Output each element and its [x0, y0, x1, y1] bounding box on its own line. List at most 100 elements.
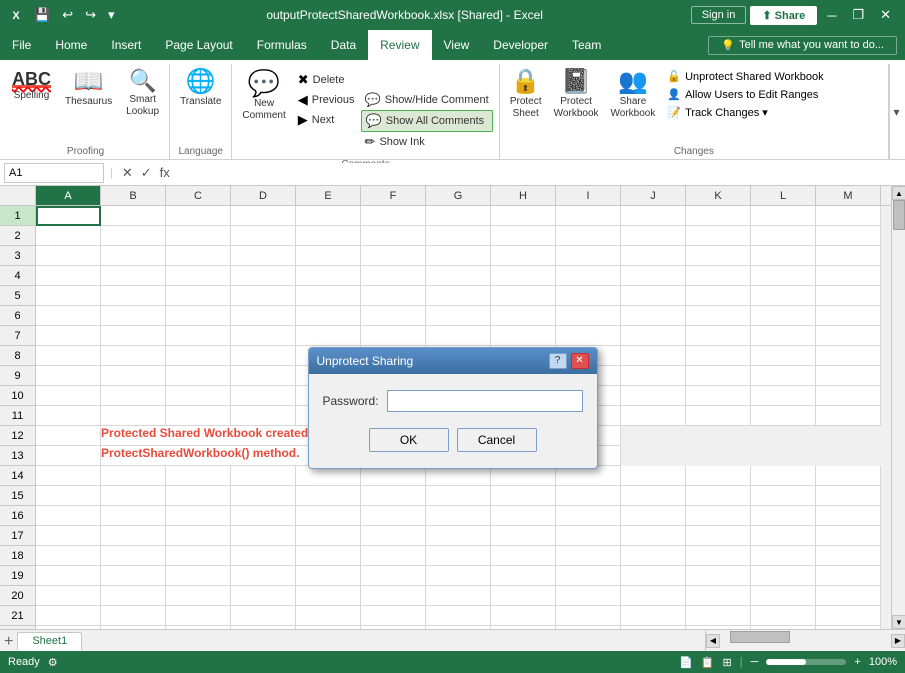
spreadsheet-area: A B C D E F G H I J K L M 1 2 3 4 5 6 7 …	[0, 186, 905, 629]
thesaurus-icon: 📖	[74, 70, 104, 94]
next-icon: ▶	[298, 112, 308, 128]
menu-review[interactable]: Review	[368, 30, 431, 60]
redo-qat-button[interactable]: ↪	[81, 5, 100, 25]
protect-sheet-label: ProtectSheet	[510, 96, 542, 120]
dialog-overlay: Unprotect Sharing ? ✕ Password: OK Cance…	[0, 186, 905, 629]
formula-buttons: ✕ ✓ fx	[119, 165, 173, 181]
menu-view[interactable]: View	[432, 30, 482, 60]
dialog-close-button[interactable]: ✕	[571, 353, 589, 369]
next-comment-button[interactable]: ▶ Next	[294, 110, 359, 130]
sheet-tab-sheet1[interactable]: Sheet1	[17, 632, 82, 651]
zoom-in-button[interactable]: +	[854, 656, 860, 668]
show-all-label: Show All Comments	[386, 115, 484, 127]
ribbon: ABC Spelling 📖 Thesaurus 🔍 Smart Lookup …	[0, 60, 905, 160]
menu-developer[interactable]: Developer	[481, 30, 560, 60]
insert-function-button[interactable]: fx	[157, 165, 173, 181]
dialog-cancel-button[interactable]: Cancel	[457, 428, 537, 452]
menu-team[interactable]: Team	[560, 30, 613, 60]
track-changes-button[interactable]: 📝 Track Changes ▾	[663, 104, 827, 121]
allow-users-label: Allow Users to Edit Ranges	[685, 89, 818, 101]
new-comment-icon: 💬	[248, 70, 280, 96]
undo-qat-button[interactable]: ↩	[58, 5, 77, 25]
show-ink-button[interactable]: ✏ Show Ink	[361, 132, 493, 152]
ribbon-scroll-button[interactable]: ▾	[889, 64, 903, 159]
protect-sheet-button[interactable]: 🔒 ProtectSheet	[506, 68, 546, 122]
spelling-button[interactable]: ABC Spelling	[8, 68, 55, 104]
ready-label: Ready	[8, 656, 40, 668]
share-workbook-icon: 👥	[618, 70, 648, 94]
signin-button[interactable]: Sign in	[691, 6, 747, 24]
menu-formulas[interactable]: Formulas	[245, 30, 319, 60]
title-bar-right: Sign in ⬆ Share ─ ❐ ✕	[691, 5, 897, 25]
zoom-separator: |	[740, 656, 743, 668]
translate-label: Translate	[180, 96, 221, 108]
page-layout-icon[interactable]: 📋	[701, 656, 715, 669]
menu-insert[interactable]: Insert	[99, 30, 153, 60]
customize-qat-button[interactable]: ▾	[104, 5, 119, 25]
name-box[interactable]	[4, 163, 104, 183]
dialog-action-buttons: OK Cancel	[323, 428, 583, 452]
menu-file[interactable]: File	[0, 30, 43, 60]
language-label: Language	[176, 143, 225, 159]
spelling-label: Spelling	[14, 90, 50, 102]
delete-icon: ✖	[298, 72, 309, 88]
horizontal-scrollbar[interactable]: ◀ ▶	[705, 630, 905, 651]
previous-comment-button[interactable]: ◀ Previous	[294, 90, 359, 110]
share-workbook-button[interactable]: 👥 ShareWorkbook	[607, 68, 660, 122]
zoom-level: 100%	[869, 656, 897, 668]
zoom-slider[interactable]	[766, 659, 846, 665]
quick-access-toolbar: 💾 ↩ ↪ ▾	[30, 5, 119, 25]
dialog-title-bar: Unprotect Sharing ? ✕	[309, 348, 597, 374]
cancel-formula-button[interactable]: ✕	[119, 165, 136, 181]
previous-icon: ◀	[298, 92, 308, 108]
hscroll-right-button[interactable]: ▶	[891, 634, 905, 648]
dialog-password-row: Password:	[323, 390, 583, 412]
save-qat-button[interactable]: 💾	[30, 5, 54, 25]
dialog-ok-button[interactable]: OK	[369, 428, 449, 452]
hscroll-track[interactable]	[720, 630, 891, 651]
changes-right-buttons: 🔓 Unprotect Shared Workbook 👤 Allow User…	[663, 68, 827, 121]
status-left: Ready ⚙	[8, 656, 58, 669]
translate-button[interactable]: 🌐 Translate	[176, 68, 225, 110]
delete-comment-button[interactable]: ✖ Delete	[294, 70, 493, 90]
close-button[interactable]: ✕	[874, 5, 897, 25]
smart-lookup-icon: 🔍	[129, 70, 156, 92]
add-sheet-button[interactable]: +	[0, 633, 17, 651]
confirm-formula-button[interactable]: ✓	[138, 165, 155, 181]
protect-workbook-label: ProtectWorkbook	[554, 96, 599, 120]
share-workbook-label: ShareWorkbook	[611, 96, 656, 120]
menu-home[interactable]: Home	[43, 30, 99, 60]
dialog-help-button[interactable]: ?	[549, 353, 567, 369]
password-input[interactable]	[387, 390, 583, 412]
show-hide-comment-button[interactable]: 💬 Show/Hide Comment	[361, 90, 493, 110]
minimize-button[interactable]: ─	[821, 6, 842, 25]
title-bar-left: X 💾 ↩ ↪ ▾	[8, 5, 119, 25]
normal-view-icon[interactable]: 📄	[679, 656, 693, 669]
language-content: 🌐 Translate	[176, 64, 225, 143]
sheet-tabs-area: + Sheet1	[0, 630, 705, 651]
excel-icon: X	[8, 7, 24, 23]
new-comment-button[interactable]: 💬 NewComment	[238, 68, 289, 124]
share-button[interactable]: ⬆ Share	[750, 6, 817, 25]
formula-bar: | ✕ ✓ fx	[0, 160, 905, 186]
comments-content: 💬 NewComment ✖ Delete ◀ Previous	[238, 64, 492, 156]
show-all-comments-button[interactable]: 💬 Show All Comments	[361, 110, 493, 132]
zoom-out-button[interactable]: ─	[751, 656, 759, 668]
menu-data[interactable]: Data	[319, 30, 368, 60]
protect-sheet-icon: 🔒	[511, 70, 541, 94]
thesaurus-button[interactable]: 📖 Thesaurus	[61, 68, 116, 110]
smart-lookup-button[interactable]: 🔍 Smart Lookup	[122, 68, 163, 120]
formula-input[interactable]	[177, 163, 901, 183]
restore-button[interactable]: ❐	[846, 5, 870, 25]
hscroll-left-button[interactable]: ◀	[706, 634, 720, 648]
show-hide-label: Show/Hide Comment	[385, 94, 489, 106]
menu-page-layout[interactable]: Page Layout	[153, 30, 244, 60]
hscroll-thumb[interactable]	[730, 631, 790, 643]
unprotect-shared-button[interactable]: 🔓 Unprotect Shared Workbook	[663, 68, 827, 85]
protect-workbook-button[interactable]: 📓 ProtectWorkbook	[550, 68, 603, 122]
unprotect-shared-icon: 🔓	[667, 70, 681, 83]
next-label: Next	[312, 114, 335, 126]
page-break-icon[interactable]: ⊞	[723, 656, 732, 669]
changes-content: 🔒 ProtectSheet 📓 ProtectWorkbook 👥 Share…	[506, 64, 882, 143]
allow-users-button[interactable]: 👤 Allow Users to Edit Ranges	[663, 86, 827, 103]
